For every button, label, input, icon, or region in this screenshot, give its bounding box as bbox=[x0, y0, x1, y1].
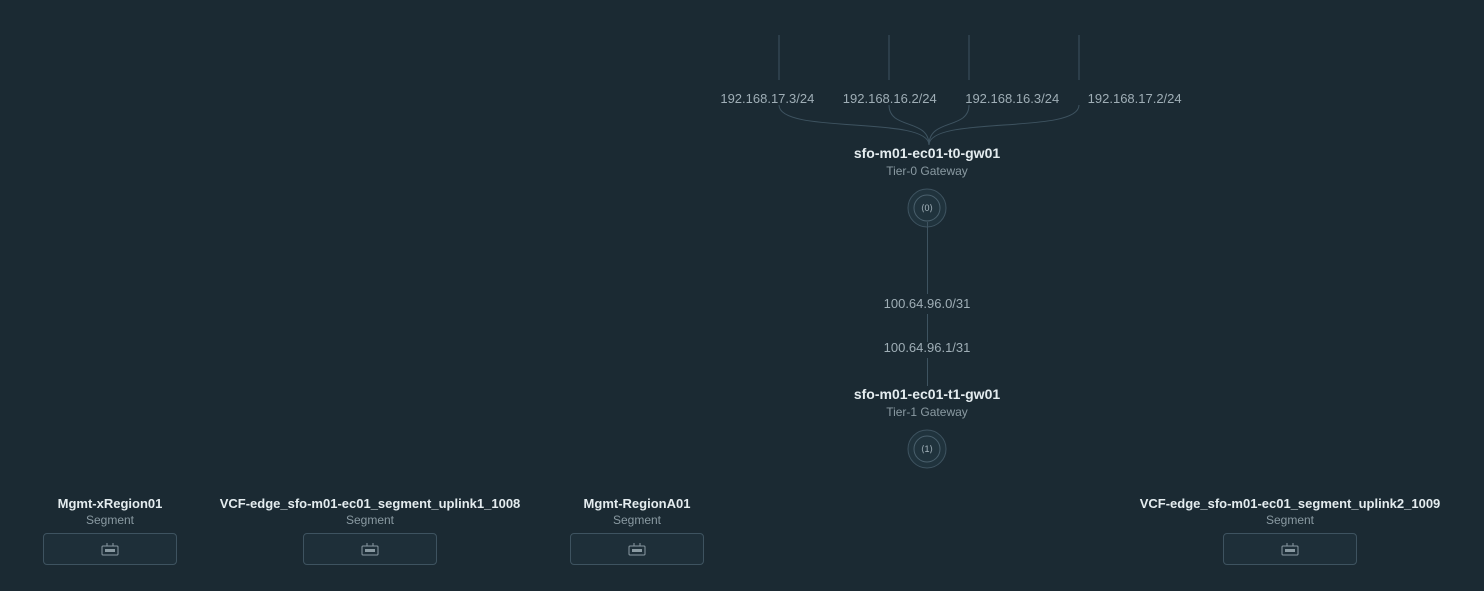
link-line-mid bbox=[927, 314, 928, 342]
segment-mgmt-regiona01[interactable]: Mgmt-RegionA01 Segment bbox=[507, 496, 767, 565]
link-line-top bbox=[927, 222, 928, 294]
uplink-ip-1: 192.168.17.3/24 bbox=[720, 91, 814, 106]
segment-uplink2-1009[interactable]: VCF-edge_sfo-m01-ec01_segment_uplink2_10… bbox=[1100, 496, 1480, 565]
segment-box[interactable] bbox=[303, 533, 437, 565]
topology-canvas: 192.168.17.3/24 192.168.16.2/24 192.168.… bbox=[0, 0, 1484, 591]
link-line-bottom bbox=[927, 358, 928, 386]
link-ip-top: 100.64.96.0/31 bbox=[827, 296, 1027, 311]
uplink-ip-4: 192.168.17.2/24 bbox=[1088, 91, 1182, 106]
segment-type: Segment bbox=[507, 513, 767, 527]
tier1-gateway-icon: ⟨1⟩ bbox=[907, 429, 947, 469]
segment-icon bbox=[628, 542, 646, 556]
segment-type: Segment bbox=[180, 513, 560, 527]
tier1-node[interactable]: sfo-m01-ec01-t1-gw01 Tier-1 Gateway ⟨1⟩ bbox=[727, 386, 1127, 469]
tier1-type: Tier-1 Gateway bbox=[727, 405, 1127, 419]
segment-icon bbox=[101, 542, 119, 556]
segment-name: Mgmt-RegionA01 bbox=[507, 496, 767, 511]
uplink-ip-2: 192.168.16.2/24 bbox=[843, 91, 937, 106]
link-ip-bottom: 100.64.96.1/31 bbox=[827, 340, 1027, 355]
svg-text:⟨0⟩: ⟨0⟩ bbox=[921, 203, 933, 213]
segment-name: VCF-edge_sfo-m01-ec01_segment_uplink2_10… bbox=[1100, 496, 1480, 511]
segment-icon bbox=[361, 542, 379, 556]
segment-box[interactable] bbox=[43, 533, 177, 565]
tier0-name: sfo-m01-ec01-t0-gw01 bbox=[727, 145, 1127, 161]
tier1-name: sfo-m01-ec01-t1-gw01 bbox=[727, 386, 1127, 402]
svg-text:⟨1⟩: ⟨1⟩ bbox=[921, 444, 933, 454]
segment-type: Segment bbox=[1100, 513, 1480, 527]
segment-box[interactable] bbox=[1223, 533, 1357, 565]
tier0-type: Tier-0 Gateway bbox=[727, 164, 1127, 178]
uplink-ip-3: 192.168.16.3/24 bbox=[965, 91, 1059, 106]
segment-name: VCF-edge_sfo-m01-ec01_segment_uplink1_10… bbox=[180, 496, 560, 511]
uplink-ip-row: 192.168.17.3/24 192.168.16.2/24 192.168.… bbox=[0, 90, 1484, 108]
segment-icon bbox=[1281, 542, 1299, 556]
tier0-node[interactable]: sfo-m01-ec01-t0-gw01 Tier-0 Gateway ⟨0⟩ bbox=[727, 145, 1127, 228]
segment-uplink1-1008[interactable]: VCF-edge_sfo-m01-ec01_segment_uplink1_10… bbox=[180, 496, 560, 565]
segment-box[interactable] bbox=[570, 533, 704, 565]
